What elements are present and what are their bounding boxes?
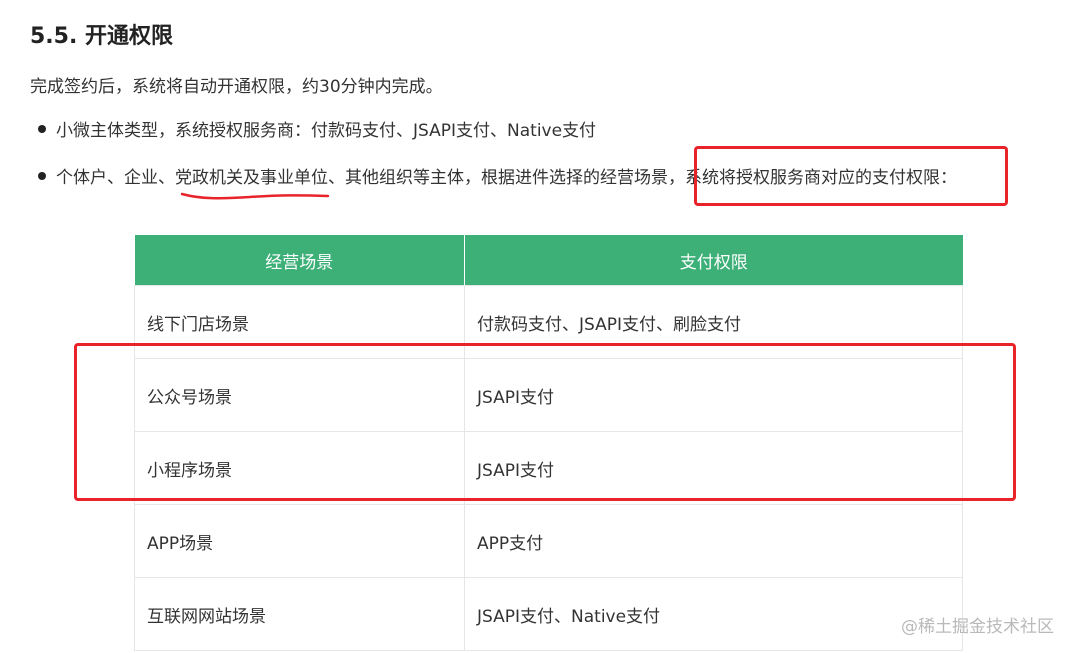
table-header-row: 经营场景 支付权限: [134, 235, 963, 286]
scene-cell: 互联网网站场景: [134, 577, 465, 651]
highlight-box-permission-text: [694, 146, 1008, 206]
section-heading: 5.5. 开通权限: [30, 24, 173, 49]
handwritten-underline-mark: [180, 192, 330, 200]
bullet-item-micro: 小微主体类型，系统授权服务商：付款码支付、JSAPI支付、Native支付: [38, 118, 957, 144]
bullet-dot-icon: [38, 125, 46, 133]
bullet-dot-icon: [38, 172, 46, 180]
table-row: APP场景 APP支付: [134, 504, 963, 578]
column-header-scene: 经营场景: [134, 235, 465, 286]
scene-cell: APP场景: [134, 504, 465, 578]
watermark-text: @稀土掘金技术社区: [901, 617, 1054, 637]
permission-cell: JSAPI支付、Native支付: [464, 577, 963, 651]
highlight-box-table-rows: [74, 343, 1016, 501]
column-header-permission: 支付权限: [464, 235, 963, 286]
permission-cell: APP支付: [464, 504, 963, 578]
intro-paragraph: 完成签约后，系统将自动开通权限，约30分钟内完成。: [30, 77, 443, 97]
bullet-text: 小微主体类型，系统授权服务商：付款码支付、JSAPI支付、Native支付: [56, 121, 597, 141]
table-row: 互联网网站场景 JSAPI支付、Native支付: [134, 577, 963, 651]
